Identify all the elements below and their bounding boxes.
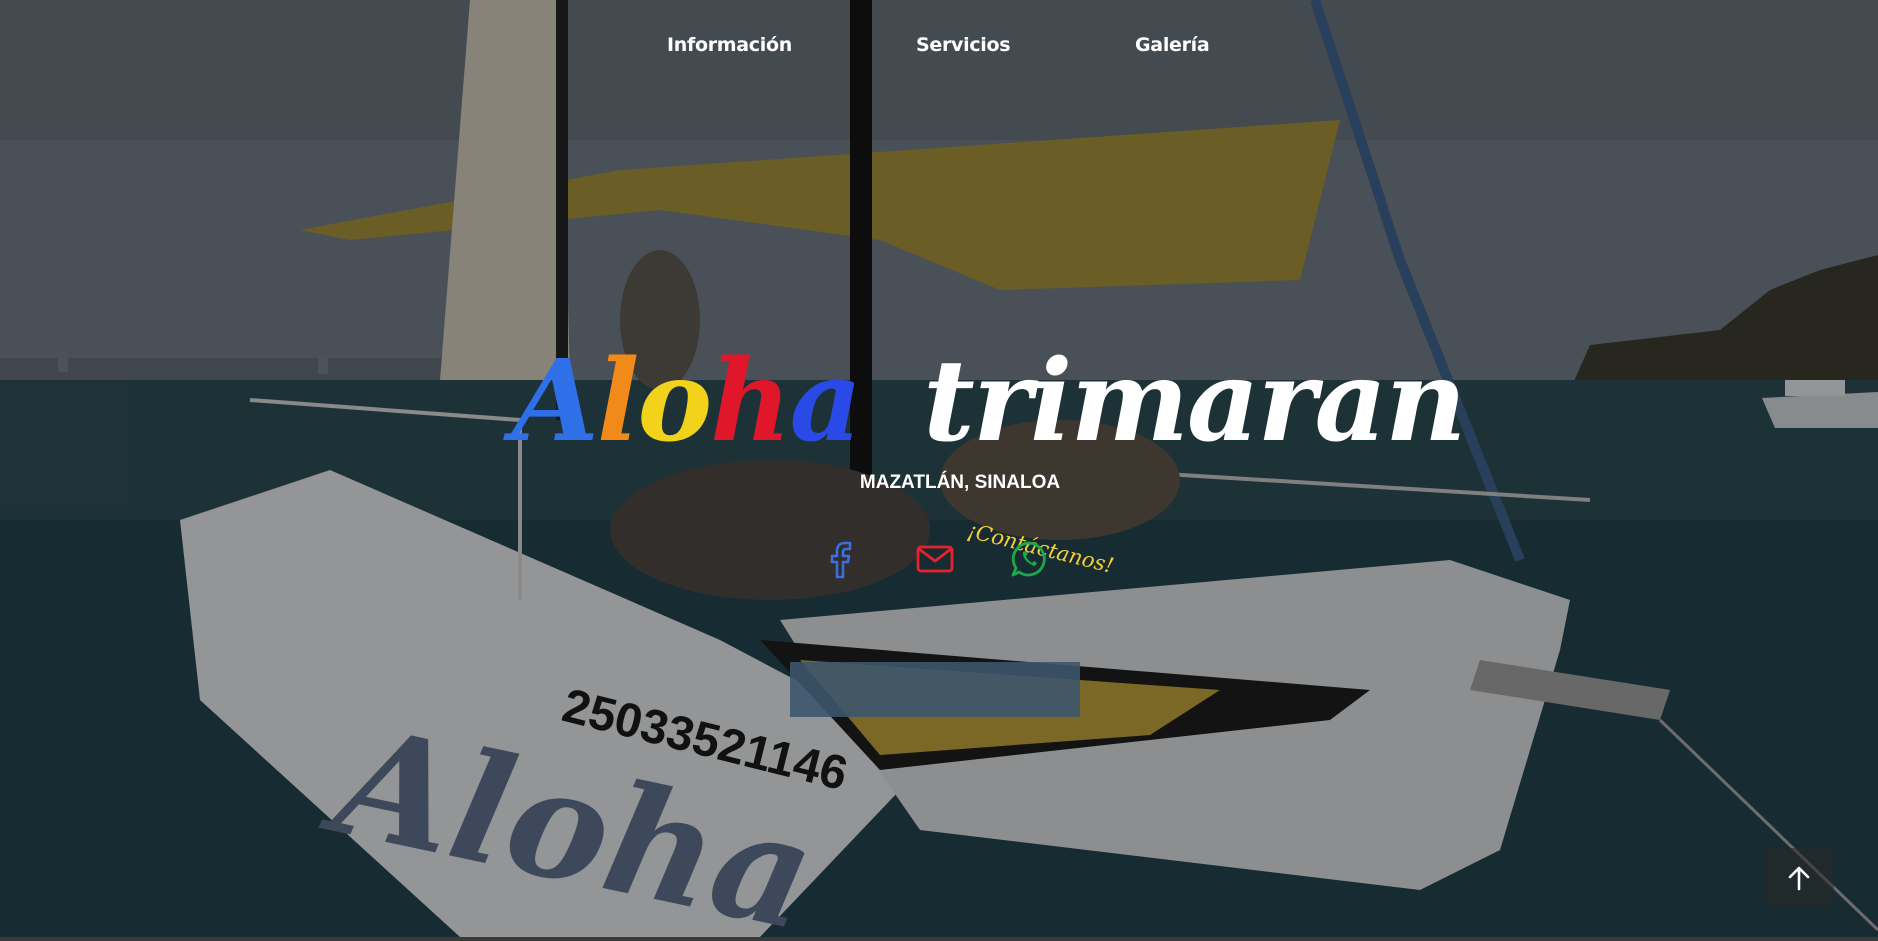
title-letter-h: h xyxy=(710,336,791,467)
nav-servicios[interactable]: Servicios xyxy=(916,34,1011,56)
title-letter-a2: a xyxy=(789,336,863,467)
title-trimaran: trimaran xyxy=(923,336,1466,467)
top-nav: Información Servicios Galería xyxy=(0,34,1878,64)
mail-icon xyxy=(916,545,954,573)
social-links xyxy=(818,536,1058,586)
facebook-icon xyxy=(830,541,852,579)
mail-link[interactable] xyxy=(912,536,958,582)
nav-informacion[interactable]: Información xyxy=(667,34,792,56)
arrow-up-icon xyxy=(1788,866,1810,891)
facebook-link[interactable] xyxy=(818,536,864,582)
title-letter-l: l xyxy=(596,336,640,467)
hero-location: MAZATLÁN, SINALOA xyxy=(859,472,1061,493)
whatsapp-link[interactable] xyxy=(1006,536,1052,582)
hero-background: Aloha 25033521146 Información Servicios … xyxy=(0,0,1878,937)
title-letter-a: A xyxy=(512,336,599,467)
page-bottom-edge xyxy=(0,937,1878,941)
title-letter-o: o xyxy=(637,336,712,467)
nav-galeria[interactable]: Galería xyxy=(1135,34,1210,56)
whatsapp-icon xyxy=(1011,541,1046,577)
hero-title: Aloha trimaran xyxy=(512,332,1467,472)
scroll-to-top-button[interactable] xyxy=(1764,848,1834,908)
